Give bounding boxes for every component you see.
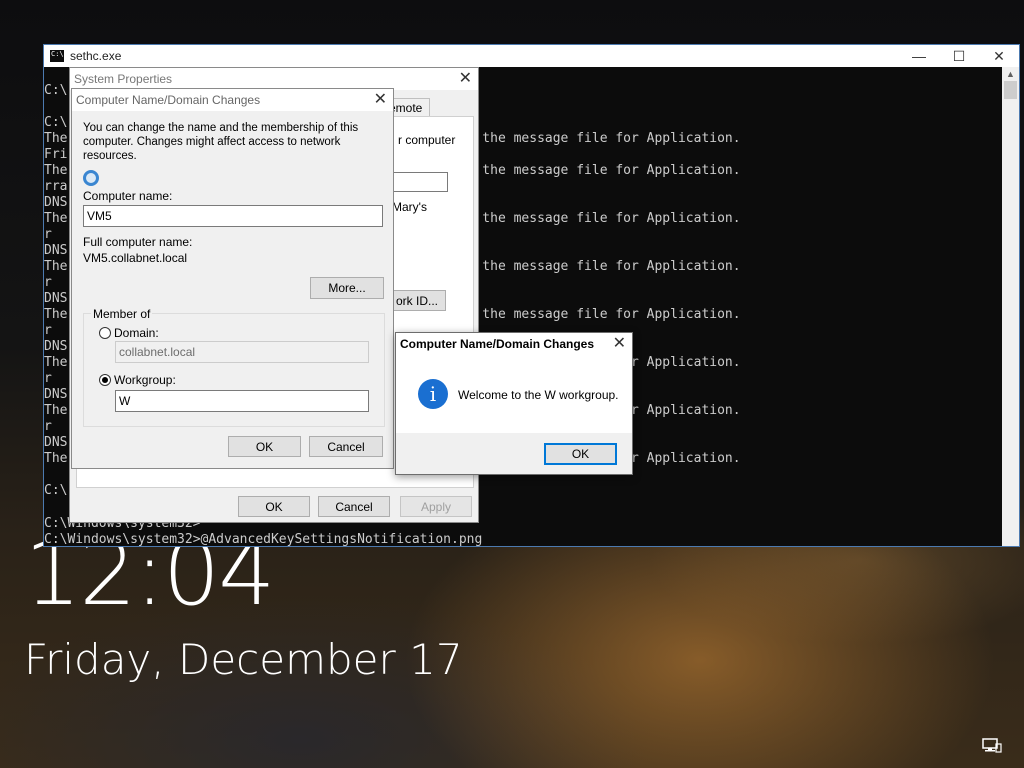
close-icon[interactable]: ✕ [374,89,387,111]
description-field[interactable] [392,172,448,192]
full-name-value: VM5.collabnet.local [83,251,188,265]
cancel-button[interactable]: Cancel [309,436,383,457]
network-id-button[interactable]: ork ID... [388,290,446,311]
maximize-button[interactable]: ☐ [939,45,979,67]
lockscreen-date: Friday, December 17 [24,635,463,684]
welcome-dialog[interactable]: Computer Name/Domain Changes ✕ i Welcome… [395,332,633,475]
close-icon[interactable]: ✕ [459,68,472,90]
close-icon[interactable]: ✕ [613,333,626,355]
workgroup-text: Mary's [392,200,427,214]
console-scrollbar[interactable]: ▲ [1002,67,1019,546]
scroll-thumb[interactable] [1004,81,1017,99]
loading-cursor-icon [83,170,99,186]
ok-button[interactable]: OK [238,496,310,517]
console-icon [50,50,64,62]
domain-input: collabnet.local [115,341,369,363]
console-prompt-line: C:\Windows\system32>@AdvancedKeySettings… [44,532,483,547]
network-icon[interactable] [982,738,1002,754]
dialog-title-text: Computer Name/Domain Changes [76,93,261,107]
more-button[interactable]: More... [310,277,384,299]
minimize-button[interactable]: — [899,45,939,67]
close-button[interactable]: ✕ [979,45,1019,67]
scroll-up-icon[interactable]: ▲ [1002,67,1019,81]
cancel-button[interactable]: Cancel [318,496,390,517]
apply-button: Apply [400,496,472,517]
description-text: r computer [398,133,456,147]
computer-name-input[interactable]: VM5 [83,205,383,227]
workgroup-input[interactable]: W [115,390,369,412]
domain-radio[interactable] [99,327,111,339]
full-name-label: Full computer name: [83,235,193,249]
tab-remote[interactable]: emote [388,98,430,117]
dialog-title: Computer Name/Domain Changes ✕ [396,333,632,355]
domain-label: Domain: [114,326,159,340]
member-of-label: Member of [91,307,153,321]
console-titlebar[interactable]: sethc.exe — ☐ ✕ [44,45,1019,67]
dialog-title: Computer Name/Domain Changes ✕ [72,89,393,111]
ok-button[interactable]: OK [228,436,301,457]
computer-name-dialog[interactable]: Computer Name/Domain Changes ✕ You can c… [71,88,394,469]
computer-name-label: Computer name: [83,189,173,203]
workgroup-label: Workgroup: [114,373,176,387]
dialog-title-text: Computer Name/Domain Changes [400,337,595,351]
ok-button[interactable]: OK [544,443,617,465]
dialog-title-text: System Properties [74,72,173,86]
workgroup-radio[interactable] [99,374,111,386]
welcome-message: Welcome to the W workgroup. [458,388,619,402]
intro-text: You can change the name and the membersh… [83,122,359,162]
info-icon: i [418,379,448,409]
dialog-title: System Properties ✕ [70,68,478,90]
console-title: sethc.exe [70,49,122,63]
